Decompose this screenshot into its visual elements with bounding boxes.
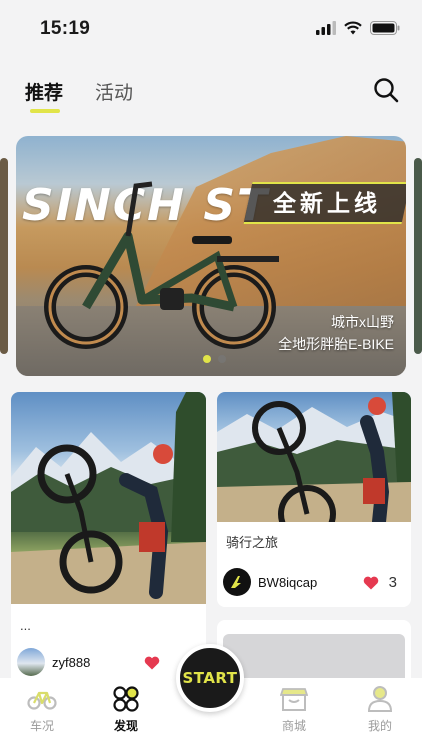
post-title: ...: [20, 618, 31, 633]
avatar[interactable]: [17, 648, 45, 676]
like-button[interactable]: [144, 656, 170, 670]
search-icon[interactable]: [372, 76, 400, 104]
start-button-label: START: [182, 669, 238, 687]
banner-caption-line1: 城市x山野: [331, 314, 394, 330]
post-card[interactable]: 骑行之旅 BW8iqcap 3: [217, 392, 411, 607]
post-photo: [217, 392, 411, 522]
post-author[interactable]: zyf888: [17, 648, 90, 676]
pagination-dot[interactable]: [218, 355, 226, 363]
bike-icon: [27, 691, 57, 710]
nav-label: 发现: [113, 719, 138, 733]
nav-item-discover[interactable]: 发现: [96, 684, 156, 734]
active-tab-indicator: [30, 109, 60, 113]
author-name[interactable]: BW8iqcap: [258, 575, 317, 590]
start-ride-button[interactable]: START: [176, 644, 244, 712]
tab-recommend[interactable]: 推荐: [25, 78, 63, 105]
nav-item-vehicle-status[interactable]: 车况: [12, 684, 72, 734]
battery-icon: [370, 21, 400, 35]
post-title: 骑行之旅: [226, 535, 279, 550]
tab-activity[interactable]: 活动: [95, 78, 133, 105]
nav-item-profile[interactable]: 我的: [350, 684, 410, 734]
status-icons: [316, 21, 400, 35]
top-tabs: 推荐 活动: [0, 70, 422, 120]
banner-peek-next[interactable]: [414, 158, 422, 354]
heart-icon: [363, 576, 378, 589]
author-name[interactable]: zyf888: [52, 655, 90, 670]
avatar[interactable]: [223, 568, 251, 596]
nav-label: 商城: [281, 719, 306, 733]
home-indicator-area: [0, 742, 422, 750]
ebike-image: [44, 181, 279, 349]
pagination-dot-active[interactable]: [203, 355, 211, 363]
banner-caption-line2: 全地形胖胎E-BIKE: [278, 336, 394, 352]
nav-label: 我的: [367, 719, 392, 733]
carousel-pagination: [203, 355, 226, 363]
post-card[interactable]: ... zyf888: [11, 392, 206, 692]
like-button[interactable]: 3: [363, 574, 397, 591]
like-count: 3: [388, 574, 397, 591]
wifi-icon: [344, 21, 362, 35]
nav-item-store[interactable]: 商城: [264, 684, 324, 734]
nav-label: 车况: [29, 719, 54, 733]
brand-logo-icon: [231, 576, 241, 588]
banner-carousel[interactable]: SINCH ST 全新上线 城市x山野 全地形胖胎E-BIKE: [0, 136, 422, 376]
banner-peek-previous[interactable]: [0, 158, 8, 354]
store-icon: [280, 688, 308, 711]
post-photo: [11, 392, 206, 604]
discover-icon: [113, 686, 139, 712]
status-bar: 15:19: [0, 0, 422, 58]
profile-icon: [367, 686, 393, 712]
heart-icon: [144, 656, 160, 670]
banner-slide[interactable]: SINCH ST 全新上线 城市x山野 全地形胖胎E-BIKE: [16, 136, 406, 376]
post-author[interactable]: BW8iqcap: [223, 568, 317, 596]
signal-icon: [316, 21, 336, 35]
status-time: 15:19: [40, 18, 91, 39]
